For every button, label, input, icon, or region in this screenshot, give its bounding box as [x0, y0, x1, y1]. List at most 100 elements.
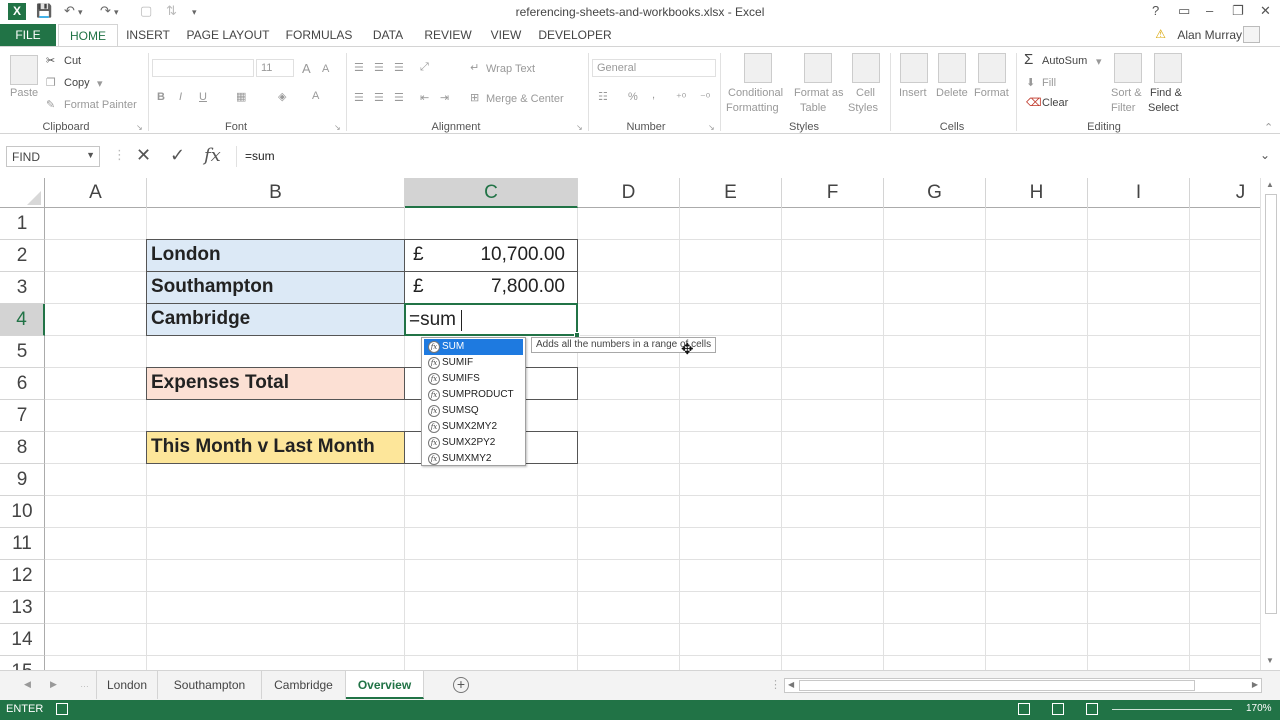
- split-handle-icon[interactable]: ⋮: [770, 678, 781, 691]
- scroll-down-icon[interactable]: ▼: [1266, 656, 1274, 665]
- scroll-left-icon[interactable]: ◀: [788, 680, 794, 689]
- horizontal-scrollbar[interactable]: ◀ ▶: [784, 678, 1262, 693]
- row-header-14[interactable]: 14: [0, 624, 45, 656]
- sort-filter-icon[interactable]: [1114, 53, 1142, 83]
- scroll-up-icon[interactable]: ▲: [1266, 180, 1274, 189]
- tab-developer[interactable]: DEVELOPER: [538, 24, 612, 46]
- conditional-formatting-icon[interactable]: [744, 53, 772, 83]
- column-header-f[interactable]: F: [782, 178, 884, 208]
- column-header-j[interactable]: J: [1190, 178, 1260, 208]
- row-header-1[interactable]: 1: [0, 208, 45, 240]
- align-center-icon[interactable]: ☰: [374, 91, 384, 104]
- insert-cells-button[interactable]: Insert: [899, 87, 927, 99]
- row-header-7[interactable]: 7: [0, 400, 45, 432]
- decrease-decimal-icon[interactable]: ⁻⁰: [700, 91, 710, 104]
- percent-button[interactable]: %: [628, 91, 638, 103]
- fill-color-icon[interactable]: ◈: [278, 90, 286, 103]
- ribbon-display-options-button[interactable]: ▭: [1178, 3, 1190, 19]
- tab-view[interactable]: VIEW: [486, 24, 526, 46]
- row-header-11[interactable]: 11: [0, 528, 45, 560]
- column-header-g[interactable]: G: [884, 178, 986, 208]
- expand-formula-bar-icon[interactable]: ⌄: [1260, 148, 1270, 162]
- close-button[interactable]: ✕: [1260, 3, 1271, 19]
- autosum-button[interactable]: AutoSum: [1042, 55, 1087, 67]
- zoom-slider[interactable]: [1112, 709, 1232, 710]
- binoculars-icon[interactable]: [1154, 53, 1182, 83]
- paste-button[interactable]: Paste: [10, 87, 38, 99]
- row-header-4[interactable]: 4: [0, 304, 45, 336]
- font-color-icon[interactable]: A: [312, 90, 319, 102]
- alignment-launcher-icon[interactable]: ↘: [576, 123, 583, 132]
- number-launcher-icon[interactable]: ↘: [708, 123, 715, 132]
- row-header-12[interactable]: 12: [0, 560, 45, 592]
- function-autocomplete-list[interactable]: fx SUM fx SUMIF fx SUMIFS fx SUMPRODUCT fx SU…: [421, 337, 526, 466]
- avatar[interactable]: [1243, 26, 1260, 43]
- insert-function-icon[interactable]: fx: [204, 145, 221, 166]
- autocomplete-item-sumproduct[interactable]: fx SUMPRODUCT: [424, 387, 523, 403]
- autocomplete-item-sumxmy2[interactable]: fx SUMXMY2: [424, 451, 523, 467]
- autocomplete-item-sumifs[interactable]: fx SUMIFS: [424, 371, 523, 387]
- cell-styles-button[interactable]: Cell: [856, 87, 875, 99]
- cell-b8[interactable]: This Month v Last Month: [146, 431, 405, 464]
- align-middle-icon[interactable]: ☰: [374, 61, 384, 74]
- row-header-13[interactable]: 13: [0, 592, 45, 624]
- macro-record-icon[interactable]: [56, 703, 68, 715]
- format-cells-button[interactable]: Format: [974, 87, 1009, 99]
- cut-button[interactable]: Cut: [64, 55, 81, 67]
- tab-home[interactable]: HOME: [58, 24, 118, 47]
- page-break-view-icon[interactable]: [1086, 703, 1098, 715]
- new-sheet-button[interactable]: +: [453, 677, 469, 693]
- clear-button[interactable]: Clear: [1042, 97, 1068, 109]
- page-layout-view-icon[interactable]: [1052, 703, 1064, 715]
- cell-styles-icon[interactable]: [852, 53, 880, 83]
- sheet-tab-overview[interactable]: Overview: [346, 671, 424, 699]
- tab-formulas[interactable]: FORMULAS: [282, 24, 356, 46]
- cell-b3[interactable]: Southampton: [146, 271, 405, 304]
- help-button[interactable]: ?: [1152, 3, 1159, 18]
- next-sheet-icon[interactable]: ▶: [50, 679, 57, 690]
- currency-icon[interactable]: ☷: [598, 90, 608, 103]
- format-as-table-button[interactable]: Format as: [794, 87, 844, 99]
- format-cells-icon[interactable]: [978, 53, 1006, 83]
- tab-review[interactable]: REVIEW: [420, 24, 476, 46]
- sheet-tab-london[interactable]: London: [96, 671, 158, 699]
- decrease-indent-icon[interactable]: ⇤: [420, 91, 429, 104]
- row-header-15[interactable]: 15: [0, 656, 45, 670]
- collapse-ribbon-icon[interactable]: ⌃: [1264, 121, 1273, 134]
- grow-font-button[interactable]: A: [302, 61, 311, 76]
- sheet-tab-cambridge[interactable]: Cambridge: [262, 671, 346, 699]
- worksheet-grid[interactable]: A B C D E F G H I J 1 2 3 4 5 6 7 8 9 10…: [0, 178, 1260, 670]
- tab-file[interactable]: FILE: [0, 24, 56, 46]
- format-as-table-icon[interactable]: [804, 53, 832, 83]
- minimize-button[interactable]: –: [1206, 3, 1213, 18]
- wrap-text-button[interactable]: Wrap Text: [486, 63, 535, 75]
- row-header-5[interactable]: 5: [0, 336, 45, 368]
- column-header-b[interactable]: B: [147, 178, 405, 208]
- select-all-button[interactable]: [0, 178, 45, 208]
- delete-cells-icon[interactable]: [938, 53, 966, 83]
- row-header-8[interactable]: 8: [0, 432, 45, 464]
- cell-b2[interactable]: London: [146, 239, 405, 272]
- vertical-scrollbar[interactable]: ▲ ▼: [1260, 178, 1280, 670]
- name-box[interactable]: FIND ▼: [6, 146, 100, 167]
- normal-view-icon[interactable]: [1018, 703, 1030, 715]
- autocomplete-item-sumx2my2[interactable]: fx SUMX2MY2: [424, 419, 523, 435]
- active-cell-c4[interactable]: =sum: [404, 303, 580, 338]
- font-name-dropdown[interactable]: [152, 59, 254, 77]
- insert-cells-icon[interactable]: [900, 53, 928, 83]
- bold-button[interactable]: B: [157, 91, 165, 103]
- restore-button[interactable]: ❐: [1232, 3, 1244, 19]
- row-header-3[interactable]: 3: [0, 272, 45, 304]
- row-header-2[interactable]: 2: [0, 240, 45, 272]
- align-bottom-icon[interactable]: ☰: [394, 61, 404, 74]
- tab-insert[interactable]: INSERT: [122, 24, 174, 46]
- find-select-button[interactable]: Find &: [1150, 87, 1182, 99]
- autocomplete-item-sumif[interactable]: fx SUMIF: [424, 355, 523, 371]
- column-header-e[interactable]: E: [680, 178, 782, 208]
- column-header-h[interactable]: H: [986, 178, 1088, 208]
- font-launcher-icon[interactable]: ↘: [334, 123, 341, 132]
- user-name[interactable]: Alan Murray: [1177, 28, 1242, 42]
- row-header-10[interactable]: 10: [0, 496, 45, 528]
- autocomplete-item-sum[interactable]: fx SUM: [424, 339, 523, 355]
- scroll-right-icon[interactable]: ▶: [1252, 680, 1258, 689]
